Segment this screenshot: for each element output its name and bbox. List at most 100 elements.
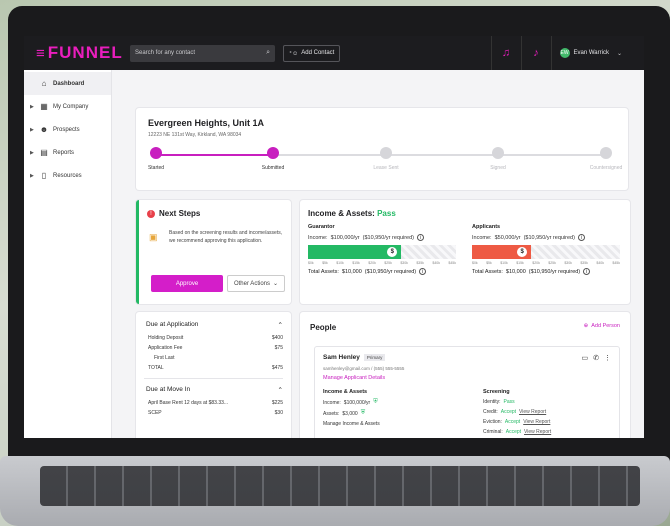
- due-label: April Base Rent 12 days at $83.33...: [148, 400, 229, 406]
- sidebar-item-reports[interactable]: ▶ ▤ Reports: [24, 141, 111, 164]
- next-steps-title: Next Steps: [159, 209, 201, 218]
- top-bar: ≡ FUNNEL Search for any contact ⌕ ⁺☺ Add…: [24, 36, 644, 70]
- sidebar-item-resources[interactable]: ▶ ▯ Resources: [24, 164, 111, 187]
- more-icon[interactable]: ⋮: [604, 354, 611, 362]
- next-steps-header: ! Next Steps: [147, 209, 200, 218]
- primary-badge: Primary: [363, 354, 386, 361]
- due-at-move-in-header[interactable]: Due at Move In ⌃: [136, 384, 291, 398]
- message-icon[interactable]: ▭: [582, 354, 589, 362]
- bar-ticks: $0k $5k $10k $15k $20k $25k $30k $35k $4…: [472, 261, 620, 265]
- criminal-label: Criminal:: [483, 429, 503, 435]
- phone-icon[interactable]: ✆: [593, 354, 599, 362]
- approve-button[interactable]: Approve: [151, 275, 223, 292]
- due-row-total: TOTAL $475: [136, 363, 291, 373]
- sidebar-item-label: Resources: [53, 172, 82, 179]
- sidebar-item-label: Dashboard: [53, 80, 85, 87]
- user-menu[interactable]: EW Evan Warrick ⌄: [550, 36, 644, 70]
- sidebar-item-prospects[interactable]: ▶ ☻ Prospects: [24, 118, 111, 141]
- other-actions-label: Other Actions: [233, 280, 270, 287]
- other-actions-dropdown[interactable]: Other Actions ⌄: [227, 275, 285, 292]
- screening-heading: Screening: [483, 389, 510, 395]
- due-row: First Last: [136, 353, 291, 363]
- total-label: Total Assets:: [472, 268, 503, 275]
- sidebar-item-dashboard[interactable]: ⌂ Dashboard: [24, 72, 111, 95]
- avatar: EW: [559, 48, 570, 58]
- due-at-application-header[interactable]: Due at Application ⌃: [136, 312, 291, 333]
- step-signed: Signed: [468, 147, 528, 171]
- person-income-row: Income: $100,000/yr ⛨: [323, 399, 473, 406]
- screening-identity-row: Identity: Pass: [483, 399, 613, 405]
- view-report-link[interactable]: View Report: [523, 419, 550, 425]
- view-report-link[interactable]: View Report: [519, 409, 546, 415]
- tick-label: $15k: [516, 261, 524, 265]
- due-value: $225: [271, 400, 283, 406]
- chevron-right-icon: ▶: [30, 172, 34, 179]
- info-icon[interactable]: i: [577, 234, 585, 241]
- due-label: Application Fee: [148, 345, 183, 351]
- tick-label: $30k: [564, 261, 572, 265]
- screening-criminal-row: Criminal: Accept View Report: [483, 429, 613, 435]
- screening-credit-row: Credit: Accept View Report: [483, 409, 613, 415]
- tick-label: $45k: [448, 261, 456, 265]
- sidebar-item-label: Prospects: [53, 126, 80, 133]
- search-input[interactable]: Search for any contact ⌕: [130, 44, 275, 62]
- manage-applicant-link[interactable]: Manage Applicant Details: [323, 375, 385, 381]
- people-title: People: [310, 323, 337, 332]
- add-contact-button[interactable]: ⁺☺ Add Contact: [283, 44, 341, 62]
- due-at-move-in-title: Due at Move In: [146, 386, 191, 393]
- tick-label: $20k: [368, 261, 376, 265]
- info-icon[interactable]: i: [583, 268, 591, 275]
- alert-icon: !: [147, 209, 155, 218]
- alert-bell-icon[interactable]: ♪: [520, 36, 551, 70]
- credit-value: Accept: [500, 409, 517, 415]
- bar-ticks: $0k $5k $10k $15k $20k $25k $30k $35k $4…: [308, 261, 456, 265]
- income-label: Income:: [308, 234, 328, 241]
- due-label: Holding Deposit: [148, 335, 184, 341]
- tick-label: $25k: [548, 261, 556, 265]
- notification-bell-icon[interactable]: ♫: [490, 36, 521, 70]
- building-icon: ▦: [40, 102, 48, 111]
- chevron-right-icon: ▶: [30, 126, 34, 133]
- eviction-value: Accept: [504, 419, 521, 425]
- person-contact: samhenley@gmail.com / (555) 555-5555: [323, 366, 405, 371]
- logo[interactable]: ≡ FUNNEL: [24, 43, 124, 63]
- plus-circle-icon: ⊕: [583, 323, 589, 329]
- assets-value: $3,000: [342, 410, 358, 417]
- top-right-controls: ♫ ♪ EW Evan Warrick ⌄: [490, 36, 644, 70]
- sidebar-item-my-company[interactable]: ▶ ▦ My Company: [24, 95, 111, 118]
- step-dot: [380, 147, 392, 159]
- step-dot: [267, 147, 279, 159]
- chevron-up-icon: ⌃: [277, 322, 283, 329]
- income-value: $100,000/yr: [330, 234, 360, 241]
- manage-income-link[interactable]: Manage Income & Assets: [323, 421, 473, 427]
- tick-label: $5k: [322, 261, 328, 265]
- applicants-column: Applicants Income: $50,000/yr ($10,950/y…: [472, 224, 624, 275]
- guarantor-income-line: Income: $100,000/yr ($10,950/yr required…: [308, 234, 460, 241]
- info-icon[interactable]: i: [419, 268, 427, 275]
- assets-label: Assets:: [323, 410, 340, 417]
- income-label: Income:: [472, 234, 492, 241]
- person-name: Sam Henley: [323, 354, 360, 361]
- tick-label: $30k: [400, 261, 408, 265]
- person-screening-section: Screening Identity: Pass Credit: Accept …: [483, 389, 613, 435]
- add-person-button[interactable]: ⊕ Add Person: [584, 323, 620, 329]
- sidebar: ⌂ Dashboard ▶ ▦ My Company ▶ ☻ Prospects…: [24, 70, 112, 438]
- chevron-down-icon: ⌄: [273, 281, 279, 287]
- sidebar-item-label: My Company: [53, 103, 89, 110]
- chevron-right-icon: ▶: [30, 149, 34, 156]
- tick-label: $0k: [308, 261, 314, 265]
- info-icon[interactable]: i: [417, 234, 425, 241]
- applicants-income-bar: $: [472, 245, 620, 259]
- step-label: Started: [147, 165, 165, 171]
- income-assets-title: Income & Assets: Pass: [308, 209, 396, 218]
- guarantor-heading: Guarantor: [308, 224, 335, 230]
- app-screen: ≡ FUNNEL Search for any contact ⌕ ⁺☺ Add…: [24, 36, 644, 438]
- due-value: $30: [274, 410, 283, 416]
- step-label: Countersigned: [589, 165, 623, 171]
- chevron-right-icon: ▶: [30, 103, 34, 110]
- view-report-link[interactable]: View Report: [524, 429, 551, 435]
- due-value: $475: [271, 365, 283, 371]
- income-required: ($10,950/yr required): [523, 234, 575, 241]
- step-dot: [600, 147, 612, 159]
- status-badge: Pass: [377, 209, 396, 218]
